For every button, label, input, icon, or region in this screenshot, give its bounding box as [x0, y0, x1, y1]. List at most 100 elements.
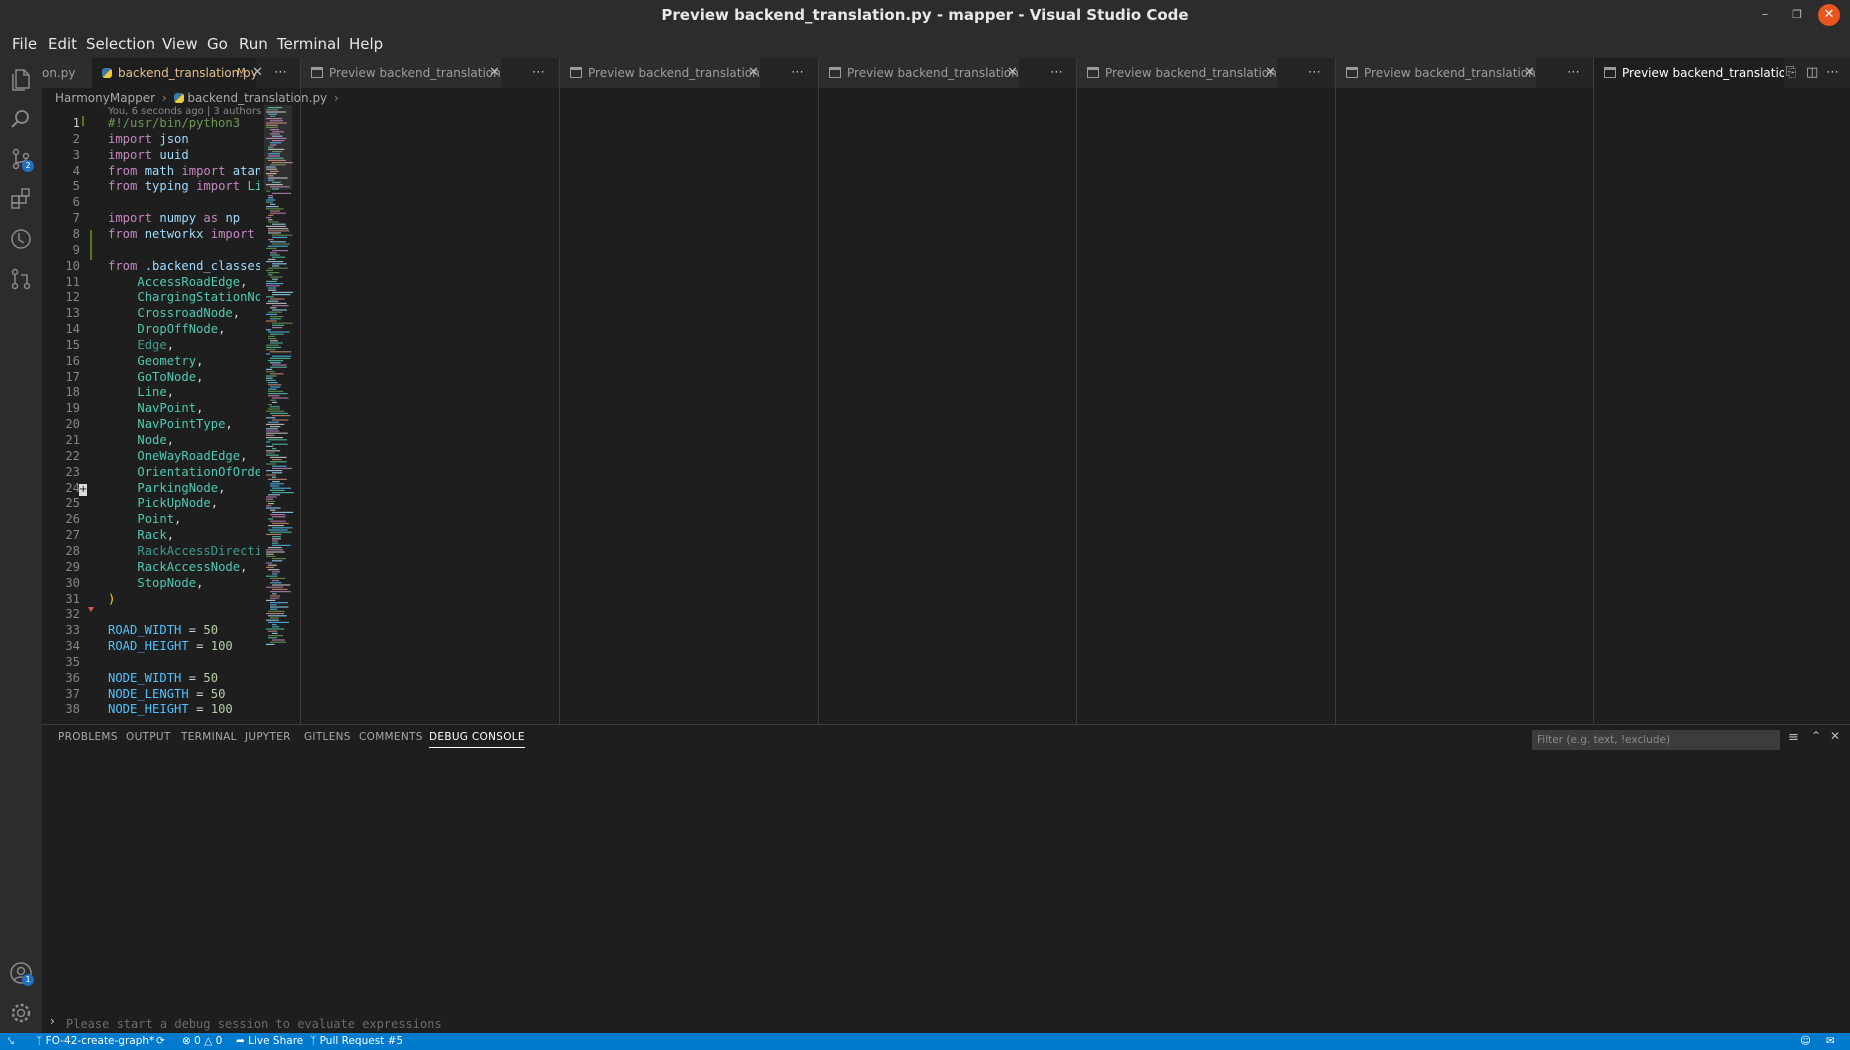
close-panel-icon[interactable]: ✕ [1830, 729, 1840, 743]
line-number[interactable]: 7 [50, 211, 80, 225]
line-number[interactable]: 2 [50, 132, 80, 146]
menu-run[interactable]: Run [235, 33, 272, 55]
split-editor-icon[interactable]: ◫ [1806, 58, 1818, 88]
line-number[interactable]: 27 [50, 528, 80, 542]
open-changes-icon[interactable]: ⎘ [1786, 58, 1796, 88]
panel-tab-output[interactable]: OUTPUT [126, 731, 171, 743]
line-number[interactable]: 25 [50, 496, 80, 510]
line-number[interactable]: 23 [50, 465, 80, 479]
line-number[interactable]: 12 [50, 290, 80, 304]
line-number[interactable]: 19 [50, 401, 80, 415]
line-number[interactable]: 8 [50, 227, 80, 241]
line-number[interactable]: 13 [50, 306, 80, 320]
minimap[interactable] [264, 105, 300, 721]
pull-requests-icon[interactable] [8, 266, 34, 292]
line-number[interactable]: 38 [50, 702, 80, 716]
panel-tab-jupyter[interactable]: JUPYTER [245, 731, 291, 743]
line-number[interactable]: 28 [50, 544, 80, 558]
minimap-viewport[interactable] [264, 105, 292, 190]
search-icon[interactable] [8, 106, 34, 132]
more-actions-icon[interactable]: ⋯ [532, 58, 545, 88]
line-number[interactable]: 17 [50, 370, 80, 384]
line-number[interactable]: 36 [50, 671, 80, 685]
line-number[interactable]: 24 [50, 481, 80, 495]
restore-button[interactable]: ❐ [1782, 0, 1812, 30]
branch-item[interactable]: ᛉ FO-42-create-graph* [36, 1033, 154, 1050]
tab-preview-6[interactable]: Preview backend_translation.py [1594, 58, 1785, 88]
code-editor[interactable]: #!/usr/bin/python3 import json import uuid… [88, 114, 260, 724]
problems-item[interactable]: ⊗ 0 △ 0 [182, 1033, 222, 1050]
close-window-button[interactable]: ✕ [1818, 4, 1840, 26]
line-number[interactable]: 5 [50, 179, 80, 193]
line-number[interactable]: 32 [50, 607, 80, 621]
tab-preview-2[interactable]: Preview backend_translation.py [560, 58, 761, 88]
line-number[interactable]: 15 [50, 338, 80, 352]
line-number[interactable]: 29 [50, 560, 80, 574]
line-number[interactable]: 26 [50, 512, 80, 526]
tab-backend-translation[interactable]: backend_translation.py M [92, 58, 257, 88]
line-number[interactable]: 30 [50, 576, 80, 590]
close-tab-icon[interactable]: ✕ [489, 58, 500, 88]
line-number[interactable]: 9 [50, 243, 80, 257]
timeline-icon[interactable] [8, 226, 34, 252]
line-number[interactable]: 14 [50, 322, 80, 336]
close-tab-icon[interactable]: ✕ [1265, 58, 1276, 88]
more-actions-icon[interactable]: ⋯ [274, 58, 287, 88]
line-number[interactable]: 20 [50, 417, 80, 431]
line-number[interactable]: 18 [50, 385, 80, 399]
menu-selection[interactable]: Selection [82, 33, 159, 55]
panel-tab-comments[interactable]: COMMENTS [359, 731, 423, 743]
feedback-icon[interactable]: ☺ [1800, 1033, 1811, 1050]
close-tab-icon[interactable]: ✕ [252, 58, 263, 88]
minimize-button[interactable]: – [1750, 0, 1780, 30]
debug-console-input[interactable] [66, 1016, 966, 1032]
extensions-icon[interactable] [8, 186, 34, 212]
tab-preview-4[interactable]: Preview backend_translation.py [1077, 58, 1278, 88]
line-number[interactable]: 22 [50, 449, 80, 463]
menu-terminal[interactable]: Terminal [273, 33, 344, 55]
line-number[interactable]: 3 [50, 148, 80, 162]
panel-tab-debug-console[interactable]: DEBUG CONSOLE [429, 731, 525, 748]
breadcrumb-file[interactable]: backend_translation.py [187, 91, 327, 105]
panel-tab-gitlens[interactable]: GITLENS [304, 731, 351, 743]
more-actions-icon[interactable]: ⋯ [1826, 58, 1839, 88]
panel-tab-problems[interactable]: PROBLEMS [58, 731, 118, 743]
tab-preview-5[interactable]: Preview backend_translation.py [1336, 58, 1537, 88]
more-actions-icon[interactable]: ⋯ [1308, 58, 1321, 88]
live-share-item[interactable]: ➦ Live Share [236, 1033, 303, 1050]
close-tab-icon[interactable]: ✕ [748, 58, 759, 88]
explorer-icon[interactable] [8, 66, 34, 92]
line-number[interactable]: 33 [50, 623, 80, 637]
panel-tab-terminal[interactable]: TERMINAL [181, 731, 237, 743]
notifications-icon[interactable]: ✉ [1826, 1033, 1835, 1050]
tab-preview-1[interactable]: Preview backend_translation.py [301, 58, 502, 88]
line-number[interactable]: 1 [50, 116, 80, 130]
menu-go[interactable]: Go [203, 33, 232, 55]
sync-icon[interactable]: ⟳ [156, 1033, 165, 1050]
more-actions-icon[interactable]: ⋯ [791, 58, 804, 88]
fold-icon[interactable]: + [79, 484, 87, 496]
line-number[interactable]: 11 [50, 275, 80, 289]
breadcrumb-folder[interactable]: HarmonyMapper [55, 91, 155, 105]
line-number[interactable]: 4 [50, 164, 80, 178]
line-number[interactable]: 31 [50, 592, 80, 606]
menu-help[interactable]: Help [345, 33, 387, 55]
more-actions-icon[interactable]: ⋯ [1567, 58, 1580, 88]
menu-file[interactable]: File [8, 33, 41, 55]
close-tab-icon[interactable]: ✕ [1524, 58, 1535, 88]
line-number[interactable]: 34 [50, 639, 80, 653]
maximize-panel-icon[interactable]: ⌃ [1811, 729, 1821, 743]
line-number[interactable]: 37 [50, 687, 80, 701]
menu-view[interactable]: View [158, 33, 202, 55]
more-actions-icon[interactable]: ⋯ [1050, 58, 1063, 88]
filter-input[interactable] [1532, 730, 1780, 750]
clear-console-icon[interactable]: ≡ [1788, 730, 1799, 745]
pull-request-item[interactable]: ᛉ Pull Request #5 [310, 1033, 403, 1050]
line-number[interactable]: 6 [50, 195, 80, 209]
tab-partial[interactable]: on.py [42, 58, 93, 88]
gear-icon[interactable] [8, 1000, 34, 1026]
close-tab-icon[interactable]: ✕ [1007, 58, 1018, 88]
line-number[interactable]: 35 [50, 655, 80, 669]
line-number[interactable]: 10 [50, 259, 80, 273]
remote-icon[interactable]: ⤥ [8, 1033, 14, 1050]
